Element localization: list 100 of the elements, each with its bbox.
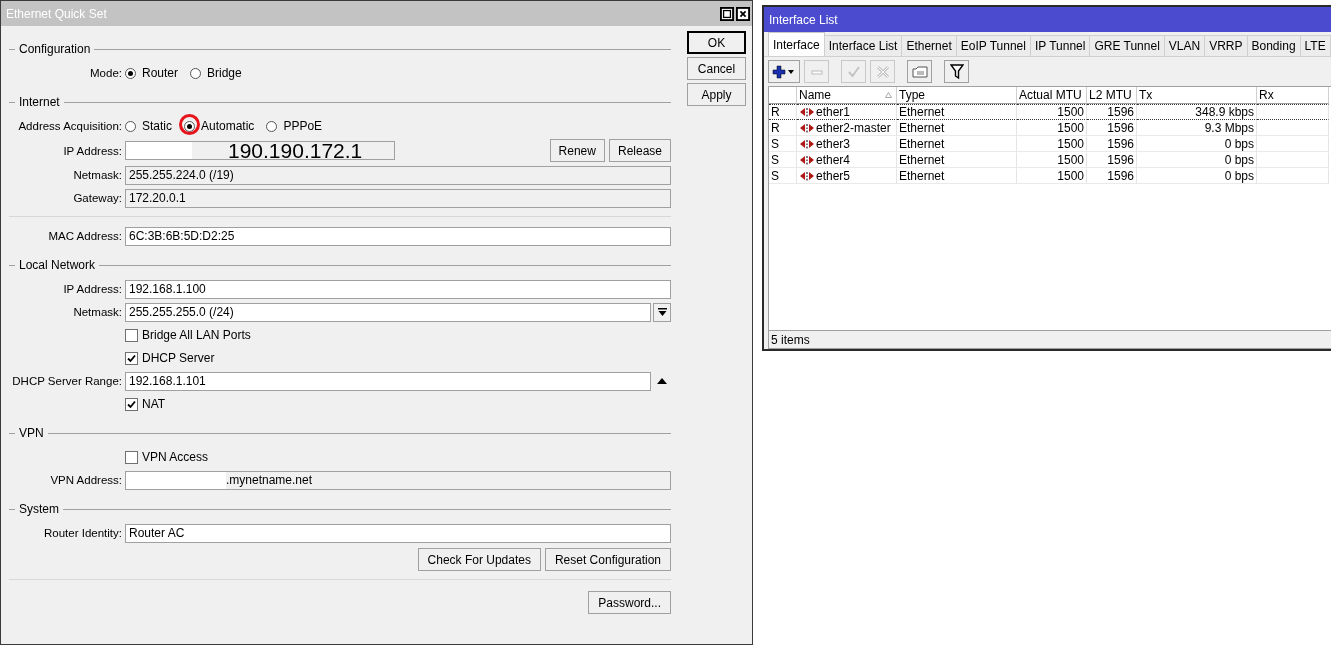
table-cell: 0 bps <box>1137 168 1257 184</box>
tab[interactable]: Ethernet <box>901 35 957 56</box>
tab[interactable]: IP Tunnel <box>1029 35 1091 56</box>
radio-button[interactable] <box>266 120 278 132</box>
input-field[interactable]: 255.255.224.0 (/19) <box>125 165 671 185</box>
checkbox[interactable] <box>125 351 138 365</box>
section-title: Configuration <box>19 42 91 56</box>
table-row[interactable]: S ether3 Ethernet 1500 1596 0 bps <box>769 136 1329 152</box>
tab[interactable]: VRRP <box>1204 35 1248 56</box>
checkbox[interactable] <box>125 328 138 342</box>
ethernet-port-icon <box>799 139 815 149</box>
maximize-icon[interactable] <box>720 6 734 21</box>
table-cell: ether4 <box>816 153 851 167</box>
table-cell: R <box>769 120 797 136</box>
table-cell: R <box>769 104 797 120</box>
input-field[interactable]: 192.168.1.101 <box>125 371 651 391</box>
ethernet-port-icon <box>799 155 815 165</box>
tab[interactable]: EoIP Tunnel <box>955 35 1031 56</box>
input-field[interactable]: Router AC <box>125 523 671 543</box>
action-button[interactable]: Renew <box>549 139 605 162</box>
filter-icon <box>949 63 964 80</box>
checkbox-label: VPN Access <box>142 450 209 464</box>
field-label: Address Acquisition: <box>17 120 122 132</box>
radio-button[interactable] <box>125 67 136 79</box>
radio-button[interactable] <box>125 120 136 132</box>
table-row[interactable]: S ether4 Ethernet 1500 1596 0 bps <box>769 152 1329 168</box>
input-field[interactable]: 192.168.1.100 <box>125 279 671 299</box>
ethernet-port-icon <box>799 171 815 181</box>
checkbox-label: DHCP Server <box>142 351 215 365</box>
radio-button[interactable] <box>184 120 195 132</box>
table-cell: 1596 <box>1087 136 1137 152</box>
field-label: IP Address: <box>62 144 122 157</box>
checkbox-label: Bridge All LAN Ports <box>142 328 251 342</box>
table-row[interactable]: S ether5 Ethernet 1500 1596 0 bps <box>769 168 1329 184</box>
toolbar-button[interactable] <box>768 60 800 83</box>
tab[interactable]: Interface List <box>823 35 903 56</box>
checkbox[interactable] <box>125 450 138 464</box>
table-cell: Ethernet <box>897 168 1017 184</box>
window-title: Ethernet Quick Set <box>6 6 108 21</box>
checkbox-label: NAT <box>142 397 166 411</box>
column-header[interactable]: L2 MTU <box>1087 87 1137 104</box>
table-cell: 1596 <box>1087 104 1137 120</box>
dropdown-button[interactable] <box>653 302 671 322</box>
action-button[interactable]: Check For Updates <box>417 548 541 571</box>
table-cell: 9.3 Mbps <box>1137 120 1257 136</box>
table-cell: 1500 <box>1017 120 1087 136</box>
table-row[interactable]: R ether2-master Ethernet 1500 1596 9.3 Mbps <box>769 120 1329 136</box>
field-label: IP Address: <box>62 283 122 295</box>
dialog-button[interactable]: Cancel <box>687 57 746 80</box>
field-label: Netmask: <box>72 169 122 181</box>
section-title: Internet <box>19 95 60 109</box>
input-field[interactable]: .mynetname.net <box>125 470 671 490</box>
input-field[interactable]: 172.20.0.1 <box>125 188 671 208</box>
column-header[interactable]: Rx <box>1257 87 1329 104</box>
tab[interactable]: VLAN <box>1163 35 1206 56</box>
item-count: 5 items <box>771 332 810 347</box>
tab[interactable]: Interface <box>768 32 825 56</box>
table-cell: ether1 <box>816 105 851 119</box>
action-button[interactable]: Password... <box>588 591 671 614</box>
table-cell: 348.9 kbps <box>1137 104 1257 120</box>
close-icon[interactable] <box>736 6 750 21</box>
table-cell: 0 bps <box>1137 152 1257 168</box>
column-header[interactable]: Tx <box>1137 87 1257 104</box>
field-label: VPN Address: <box>49 474 122 486</box>
note-icon <box>911 64 928 79</box>
table-cell: Ethernet <box>897 136 1017 152</box>
radio-label: Static <box>142 119 172 133</box>
action-button[interactable]: Reset Configuration <box>544 548 671 571</box>
input-field[interactable]: 255.255.255.0 (/24) <box>125 302 651 322</box>
section-title: System <box>19 502 59 516</box>
column-header[interactable]: Actual MTU <box>1017 87 1087 104</box>
action-button[interactable]: Release <box>608 139 671 162</box>
table-cell: 0 bps <box>1137 136 1257 152</box>
field-label: DHCP Server Range: <box>11 375 122 387</box>
input-field[interactable]: 6C:3B:6B:5D:D2:25 <box>125 226 671 246</box>
table-cell: 1596 <box>1087 168 1137 184</box>
collapse-arrow-icon[interactable] <box>657 378 667 384</box>
dialog-button[interactable]: OK <box>687 31 746 54</box>
add-icon <box>771 64 797 79</box>
toolbar-button[interactable] <box>944 60 969 83</box>
column-header[interactable]: Name <box>797 87 897 104</box>
checkbox[interactable] <box>125 397 138 411</box>
checkmark-icon <box>846 64 861 79</box>
section-title: Local Network <box>19 258 96 272</box>
table-row[interactable]: R ether1 Ethernet 1500 1596 348.9 kbps <box>769 104 1329 120</box>
window-title: Interface List <box>769 12 839 27</box>
table-cell: 1500 <box>1017 136 1087 152</box>
tab[interactable]: Bonding <box>1246 35 1301 56</box>
table-cell: ether3 <box>816 137 851 151</box>
input-field[interactable]: 190.190.172.1 <box>125 141 395 160</box>
radio-label: Router <box>142 66 179 80</box>
radio-button[interactable] <box>190 67 202 79</box>
column-header[interactable]: Type <box>897 87 1017 104</box>
sort-arrow-icon <box>885 92 892 98</box>
table-cell: 1500 <box>1017 152 1087 168</box>
tab[interactable]: GRE Tunnel <box>1089 35 1165 56</box>
tab[interactable]: LTE <box>1299 35 1331 56</box>
field-label: Mode: <box>89 67 122 79</box>
dialog-button[interactable]: Apply <box>687 83 746 106</box>
table-cell: ether2-master <box>816 121 891 135</box>
